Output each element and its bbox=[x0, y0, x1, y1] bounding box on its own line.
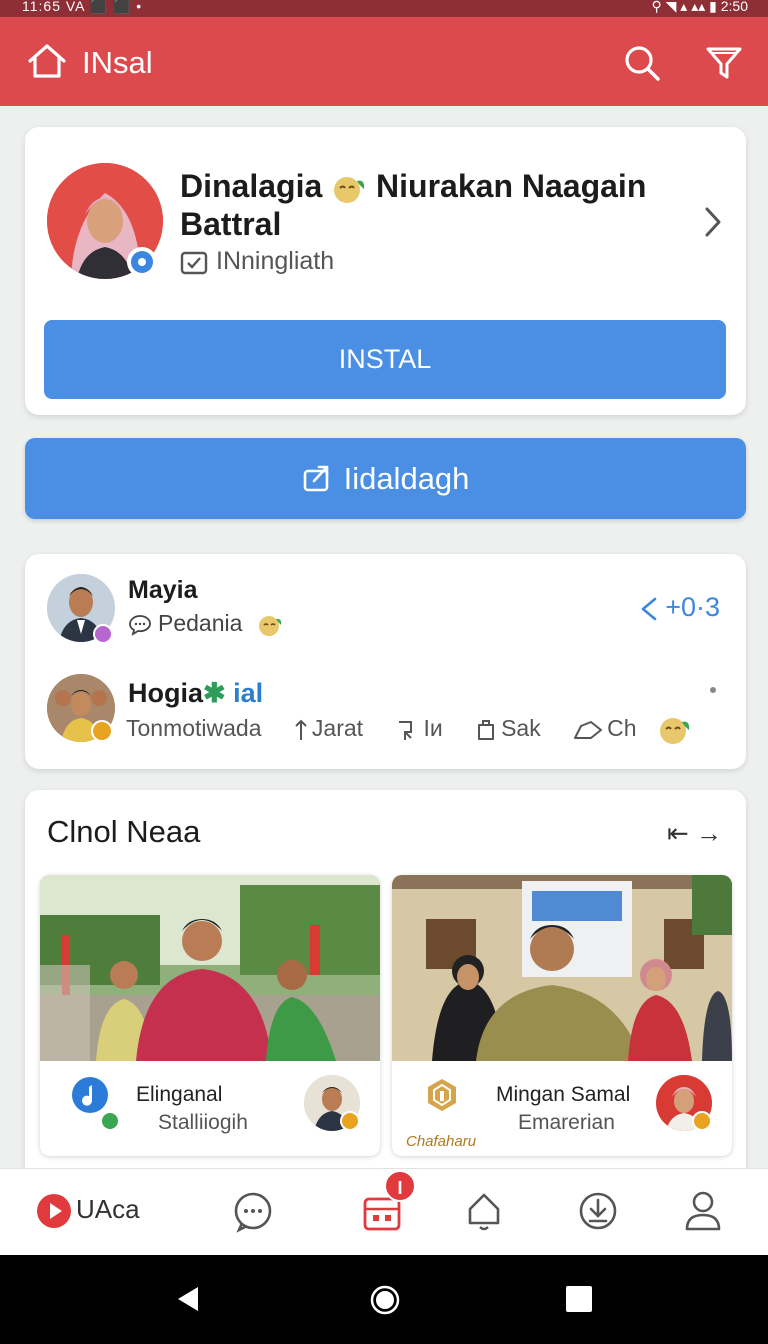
share-icon bbox=[303, 465, 328, 492]
home-button-icon[interactable] bbox=[370, 1285, 400, 1315]
status-bar-left: 11:65 VA ⬛ ⬛ • bbox=[22, 0, 143, 14]
action-save[interactable]: Sak bbox=[475, 715, 541, 743]
brand-logo-icon bbox=[422, 1075, 462, 1115]
news-item[interactable]: Elinganal Stalliiogih bbox=[40, 875, 380, 1156]
emoji-icon bbox=[258, 615, 281, 636]
emoji-icon bbox=[334, 176, 365, 203]
install-button[interactable]: INSTAL bbox=[44, 320, 726, 399]
chevron-left-icon bbox=[641, 597, 657, 621]
share-button-label: Iidaldagh bbox=[343, 461, 470, 496]
score-indicator[interactable]: +0·3 bbox=[639, 592, 720, 623]
action-jarat[interactable]: Jarat bbox=[294, 715, 363, 742]
post-actions: Tonmotiwada Jarat Iи Sak Ch bbox=[126, 714, 695, 746]
news-card: Clnol Neaa ⇤ → Elinganal Stalliiogih Cha… bbox=[25, 790, 746, 1168]
comment-icon bbox=[129, 615, 151, 636]
share-button[interactable]: Iidaldagh bbox=[25, 438, 746, 519]
play-logo-icon bbox=[37, 1194, 71, 1228]
news-photo bbox=[392, 875, 732, 1061]
back-icon[interactable] bbox=[176, 1285, 200, 1313]
action-comment[interactable]: Iи bbox=[395, 715, 443, 742]
expand-icon[interactable]: ⇤ → bbox=[667, 818, 722, 849]
search-icon[interactable] bbox=[622, 43, 662, 83]
group-badge-icon bbox=[91, 720, 113, 742]
share-arrow-icon bbox=[574, 721, 603, 739]
app-title: INsal bbox=[82, 45, 153, 80]
bag-icon bbox=[478, 720, 495, 740]
action-share[interactable]: Ch bbox=[573, 715, 637, 742]
copy-icon bbox=[399, 721, 413, 740]
profile-icon[interactable] bbox=[683, 1189, 723, 1233]
chat-icon[interactable] bbox=[233, 1189, 273, 1233]
user-subtitle: Pedania bbox=[128, 610, 289, 637]
group-name[interactable]: Hogia✱ ial bbox=[128, 678, 263, 709]
post-subtitle: Tonmotiwada bbox=[126, 715, 262, 742]
home-icon[interactable] bbox=[26, 43, 68, 79]
recents-icon[interactable] bbox=[566, 1286, 592, 1312]
music-logo-icon bbox=[70, 1075, 110, 1115]
check-badge-icon bbox=[100, 1111, 120, 1131]
profile-card[interactable]: Dinalagia Niurakan Naagain Battral INnin… bbox=[25, 127, 746, 415]
news-item-name: Elinganal bbox=[136, 1083, 223, 1106]
notification-icon[interactable] bbox=[464, 1189, 504, 1233]
news-item[interactable]: Chafaharu Mingan Samal Emarerian bbox=[392, 875, 732, 1156]
verified-badge-icon bbox=[127, 247, 157, 277]
author-badge-icon bbox=[692, 1111, 712, 1131]
news-item-subtitle: Emarerian bbox=[518, 1111, 615, 1134]
profile-name: Dinalagia Niurakan Naagain Battral bbox=[180, 168, 647, 242]
status-bar-right: ⚲ ◥ ▴ ▴▴ ▮ 2:50 bbox=[651, 0, 748, 14]
news-title: Clnol Neaa bbox=[47, 814, 201, 849]
more-dot-icon[interactable] bbox=[710, 687, 716, 693]
app-bar: INsal bbox=[0, 17, 768, 106]
checkbox-icon bbox=[180, 252, 208, 275]
notification-badge: I bbox=[384, 1170, 416, 1202]
feed-card: Mayia Pedania +0·3 Hogia✱ ial Tonmotiwad… bbox=[25, 554, 746, 769]
status-bar: 11:65 VA ⬛ ⬛ • ⚲ ◥ ▴ ▴▴ ▮ 2:50 bbox=[0, 0, 768, 17]
filter-icon[interactable] bbox=[704, 43, 744, 83]
emoji-icon bbox=[659, 718, 690, 744]
user-name[interactable]: Mayia bbox=[128, 576, 197, 605]
clover-icon: ✱ bbox=[203, 678, 226, 708]
news-item-name: Mingan Samal bbox=[496, 1083, 631, 1106]
chevron-right-icon[interactable] bbox=[701, 205, 725, 239]
arrow-up-icon bbox=[295, 719, 307, 740]
profile-subtitle: INningliath bbox=[180, 247, 334, 276]
system-nav-bar bbox=[0, 1255, 768, 1344]
news-photo bbox=[40, 875, 380, 1061]
news-item-subtitle: Stalliiogih bbox=[158, 1111, 248, 1134]
download-icon[interactable] bbox=[578, 1189, 618, 1233]
user-badge-icon bbox=[93, 624, 113, 644]
nav-home-brand[interactable]: UAca bbox=[36, 1193, 140, 1229]
author-badge-icon bbox=[340, 1111, 360, 1131]
brand-name: Chafaharu bbox=[406, 1133, 477, 1150]
